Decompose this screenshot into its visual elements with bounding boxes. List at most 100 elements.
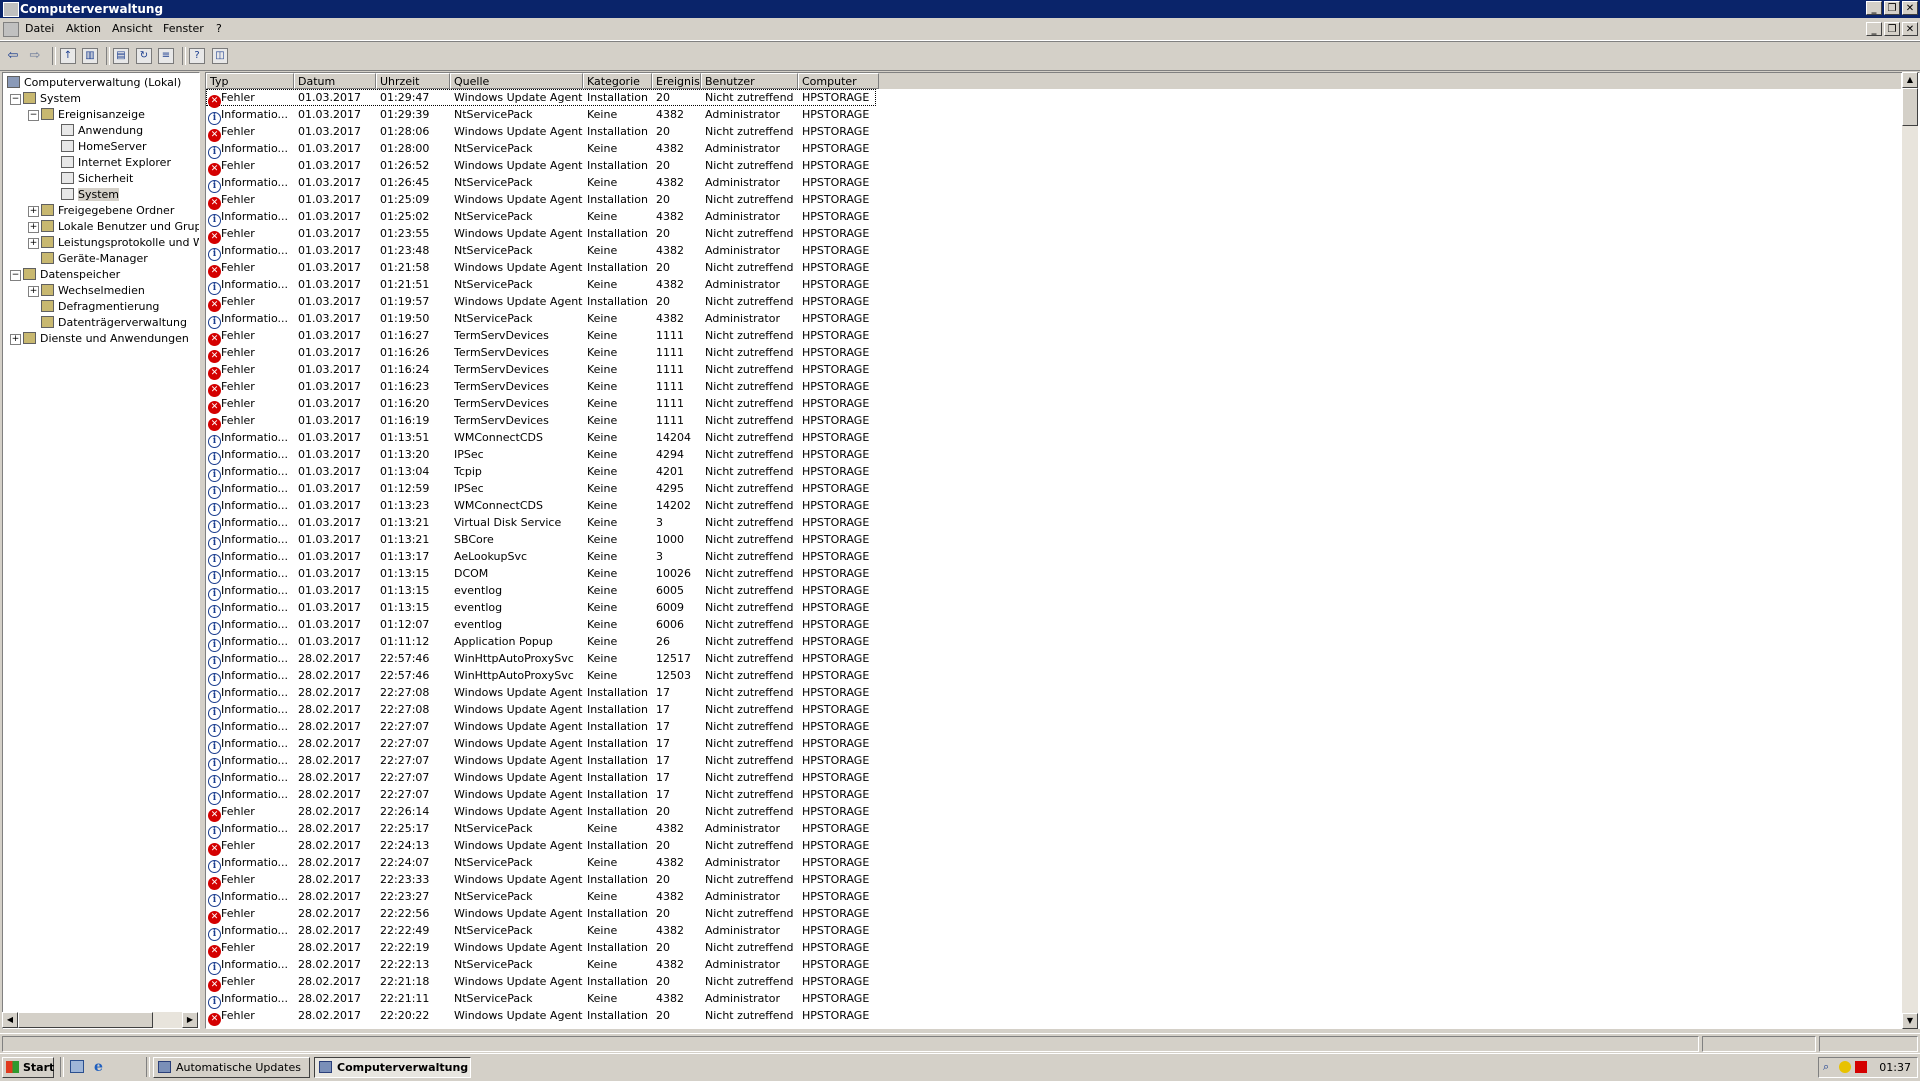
table-row[interactable]: i Informatio... 01.03.2017 01:13:21 SBCore Ke…: [206, 531, 876, 550]
forward-icon[interactable]: ⇨: [26, 47, 44, 65]
table-row[interactable]: i Informatio... 28.02.2017 22:22:13 NtServic…: [206, 956, 876, 975]
details-view-icon[interactable]: ◫: [212, 48, 228, 64]
table-row[interactable]: i Informatio... 28.02.2017 22:27:08 Windows …: [206, 684, 876, 703]
column-uhrzeit[interactable]: Uhrzeit: [376, 73, 450, 89]
tree-expander[interactable]: −: [28, 110, 39, 121]
tree-item[interactable]: Wechselmedien: [41, 283, 145, 299]
tree-item[interactable]: Anwendung: [61, 123, 143, 139]
tree-expander[interactable]: +: [28, 238, 39, 249]
table-row[interactable]: ✕ Fehler 01.03.2017 01:16:19 TermServDevices…: [206, 412, 876, 431]
menu-datei[interactable]: Datei: [25, 18, 54, 40]
tree-expander[interactable]: +: [28, 222, 39, 233]
table-row[interactable]: i Informatio... 01.03.2017 01:13:23 WMConnec…: [206, 497, 876, 516]
table-row[interactable]: ✕ Fehler 01.03.2017 01:16:23 TermServDevices…: [206, 378, 876, 397]
network-icon[interactable]: ⌕: [1823, 1061, 1835, 1073]
table-row[interactable]: i Informatio... 28.02.2017 22:23:27 NtServic…: [206, 888, 876, 907]
table-row[interactable]: ✕ Fehler 01.03.2017 01:23:55 Windows Update …: [206, 225, 876, 244]
tree-item[interactable]: Geräte-Manager: [41, 251, 148, 267]
table-row[interactable]: i Informatio... 01.03.2017 01:13:15 eventlog…: [206, 582, 876, 601]
table-row[interactable]: i Informatio... 28.02.2017 22:27:07 Windows …: [206, 786, 876, 805]
refresh-icon[interactable]: ↻: [136, 48, 152, 64]
menu-help[interactable]: ?: [216, 18, 222, 40]
tree-expander[interactable]: +: [10, 334, 21, 345]
table-row[interactable]: i Informatio... 01.03.2017 01:21:51 NtServic…: [206, 276, 876, 295]
table-row[interactable]: i Informatio... 01.03.2017 01:13:04 Tcpip Kei…: [206, 463, 876, 482]
table-row[interactable]: ✕ Fehler 28.02.2017 22:22:19 Windows Update …: [206, 939, 876, 958]
table-row[interactable]: i Informatio... 28.02.2017 22:24:07 NtServic…: [206, 854, 876, 873]
tree-expander[interactable]: −: [10, 94, 21, 105]
tree-item[interactable]: System: [23, 91, 81, 107]
restore-button[interactable]: ❐: [1884, 1, 1900, 15]
tree-item[interactable]: Computerverwaltung (Lokal): [7, 75, 181, 91]
child-minimize-button[interactable]: _: [1866, 22, 1882, 36]
table-row[interactable]: ✕ Fehler 01.03.2017 01:16:24 TermServDevices…: [206, 361, 876, 380]
table-row[interactable]: ✕ Fehler 28.02.2017 22:24:13 Windows Update …: [206, 837, 876, 856]
table-row[interactable]: ✕ Fehler 01.03.2017 01:16:20 TermServDevices…: [206, 395, 876, 414]
table-row[interactable]: ✕ Fehler 28.02.2017 22:22:56 Windows Update …: [206, 905, 876, 924]
table-row[interactable]: i Informatio... 01.03.2017 01:11:12 Applicat…: [206, 633, 876, 652]
table-row[interactable]: i Informatio... 28.02.2017 22:22:49 NtServic…: [206, 922, 876, 941]
scroll-left-icon[interactable]: ◀: [2, 1012, 18, 1028]
column-datum[interactable]: Datum: [294, 73, 376, 89]
scroll-up-icon[interactable]: ▲: [1902, 72, 1918, 88]
table-row[interactable]: i Informatio... 28.02.2017 22:21:11 NtServic…: [206, 990, 876, 1009]
menu-aktion[interactable]: Aktion: [66, 18, 101, 40]
table-row[interactable]: ✕ Fehler 01.03.2017 01:16:26 TermServDevices…: [206, 344, 876, 363]
table-row[interactable]: i Informatio... 28.02.2017 22:25:17 NtServic…: [206, 820, 876, 839]
taskbar-button-automatische-updates[interactable]: Automatische Updates: [153, 1057, 310, 1078]
scroll-down-icon[interactable]: ▼: [1902, 1013, 1918, 1029]
tree-item[interactable]: Internet Explorer: [61, 155, 171, 171]
tree-item[interactable]: Freigegebene Ordner: [41, 203, 174, 219]
table-row[interactable]: ✕ Fehler 28.02.2017 22:26:14 Windows Update …: [206, 803, 876, 822]
table-row[interactable]: i Informatio... 28.02.2017 22:57:46 WinHttpA…: [206, 650, 876, 669]
menu-fenster[interactable]: Fenster: [163, 18, 204, 40]
up-folder-icon[interactable]: ↑: [60, 48, 76, 64]
table-row[interactable]: i Informatio... 01.03.2017 01:13:51 WMConnec…: [206, 429, 876, 448]
column-computer[interactable]: Computer: [798, 73, 879, 89]
tree-item[interactable]: System: [61, 187, 120, 203]
tree-expander[interactable]: −: [10, 270, 21, 281]
table-row[interactable]: ✕ Fehler 01.03.2017 01:28:06 Windows Update …: [206, 123, 876, 142]
table-row[interactable]: i Informatio... 28.02.2017 22:27:08 Windows …: [206, 701, 876, 720]
scroll-right-icon[interactable]: ▶: [182, 1012, 198, 1028]
table-row[interactable]: i Informatio... 01.03.2017 01:13:15 DCOM Kein…: [206, 565, 876, 584]
child-restore-button[interactable]: ❐: [1884, 22, 1900, 36]
table-row[interactable]: ✕ Fehler 01.03.2017 01:29:47 Windows Update …: [206, 89, 876, 108]
table-row[interactable]: ✕ Fehler 01.03.2017 01:26:52 Windows Update …: [206, 157, 876, 176]
show-tree-icon[interactable]: ▥: [82, 48, 98, 64]
desktop-icon[interactable]: [70, 1060, 84, 1073]
table-row[interactable]: i Informatio... 01.03.2017 01:12:59 IPSec Kei…: [206, 480, 876, 499]
internet-explorer-icon[interactable]: e: [94, 1059, 103, 1075]
export-list-icon[interactable]: ≡: [158, 48, 174, 64]
table-row[interactable]: ✕ Fehler 01.03.2017 01:16:27 TermServDevices…: [206, 327, 876, 346]
tree-expander[interactable]: +: [28, 286, 39, 297]
column-typ[interactable]: Typ: [206, 73, 294, 89]
console-tree[interactable]: Computerverwaltung (Lokal) − System − Ereign…: [2, 72, 200, 1029]
tree-item[interactable]: Datenspeicher: [23, 267, 120, 283]
minimize-button[interactable]: _: [1866, 1, 1882, 15]
start-button[interactable]: Start: [2, 1057, 54, 1078]
tree-item[interactable]: Datenträgerverwaltung: [41, 315, 187, 331]
table-row[interactable]: ✕ Fehler 01.03.2017 01:19:57 Windows Update …: [206, 293, 876, 312]
table-row[interactable]: i Informatio... 01.03.2017 01:26:45 NtServic…: [206, 174, 876, 193]
back-icon[interactable]: ⇦: [4, 47, 22, 65]
table-row[interactable]: i Informatio... 28.02.2017 22:27:07 Windows …: [206, 752, 876, 771]
table-row[interactable]: i Informatio... 01.03.2017 01:29:39 NtServic…: [206, 106, 876, 125]
security-shield-icon[interactable]: [1839, 1061, 1851, 1073]
column-kategorie[interactable]: Kategorie: [583, 73, 652, 89]
table-row[interactable]: i Informatio... 01.03.2017 01:23:48 NtServic…: [206, 242, 876, 261]
alert-icon[interactable]: [1855, 1061, 1867, 1073]
taskbar-button-computerverwaltung[interactable]: Computerverwaltung: [314, 1057, 471, 1078]
menu-ansicht[interactable]: Ansicht: [112, 18, 153, 40]
column-ereignis[interactable]: Ereignis: [652, 73, 701, 89]
properties-icon[interactable]: ▤: [113, 48, 129, 64]
tree-item[interactable]: Defragmentierung: [41, 299, 159, 315]
event-list[interactable]: Typ Datum Uhrzeit Quelle Kategorie Ereig…: [205, 72, 1920, 1029]
table-row[interactable]: i Informatio... 01.03.2017 01:19:50 NtServic…: [206, 310, 876, 329]
table-row[interactable]: i Informatio... 01.03.2017 01:28:00 NtServic…: [206, 140, 876, 159]
tree-expander[interactable]: +: [28, 206, 39, 217]
table-row[interactable]: i Informatio... 01.03.2017 01:13:17 AeLookup…: [206, 548, 876, 567]
tree-item[interactable]: Lokale Benutzer und Gruppe: [41, 219, 199, 235]
table-row[interactable]: i Informatio... 01.03.2017 01:13:15 eventlog…: [206, 599, 876, 618]
tree-item[interactable]: Dienste und Anwendungen: [23, 331, 189, 347]
